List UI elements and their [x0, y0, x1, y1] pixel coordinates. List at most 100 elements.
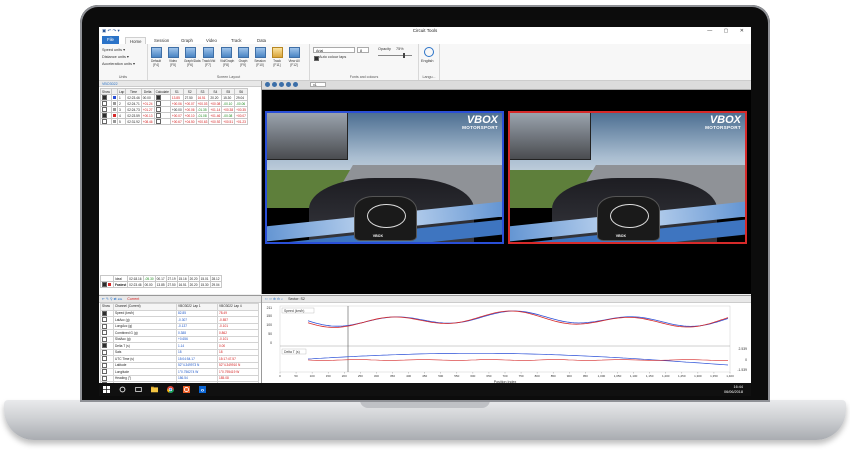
tab-track[interactable]: Track: [231, 37, 242, 44]
window-controls[interactable]: — ▢ ✕: [707, 28, 749, 34]
channel-checkbox[interactable]: [102, 310, 107, 316]
video-toolbar: x1: [262, 81, 751, 90]
svg-text:o: o: [201, 388, 204, 393]
play-icon[interactable]: [279, 82, 284, 87]
outlook-icon[interactable]: o: [199, 386, 206, 393]
show-checkbox[interactable]: [102, 101, 107, 106]
file-explorer-icon[interactable]: [151, 386, 158, 393]
channel-checkbox[interactable]: [102, 330, 107, 336]
skip-back-icon[interactable]: [265, 82, 270, 87]
tab-file[interactable]: File: [102, 36, 119, 44]
lap-colour-swatch[interactable]: [112, 114, 116, 118]
tab-data[interactable]: Data: [257, 37, 266, 44]
playback-speed-select[interactable]: x1: [310, 82, 326, 87]
fonts-group: Arial 8 Opacity 75% Auto colour laps Fon…: [310, 44, 419, 80]
layout-default-key: [F4]: [153, 63, 159, 67]
channel-checkbox[interactable]: [102, 317, 107, 323]
video-dash-display: [596, 195, 661, 242]
windows-start-icon[interactable]: [103, 386, 110, 393]
skip-forward-icon[interactable]: [293, 82, 298, 87]
layout-video-button[interactable]: Video [F5]: [167, 47, 179, 67]
opacity-slider[interactable]: [378, 55, 412, 56]
vbox-logo-sub: MOTORSPORT: [462, 125, 498, 130]
sector-time: 29.04: [209, 281, 222, 288]
lap-colour-swatch[interactable]: [112, 96, 116, 100]
window-title: Circuit Tools: [412, 28, 438, 33]
calculate-checkbox[interactable]: [155, 107, 161, 112]
opacity-value: 75%: [396, 47, 404, 51]
distance-units-button[interactable]: Distance units ▾: [102, 54, 129, 59]
layout-view-all-button[interactable]: View All [F12]: [288, 47, 300, 67]
chrome-icon[interactable]: [167, 386, 174, 393]
channel-checkbox[interactable]: [102, 369, 107, 375]
vbox-logo: VBOX MOTORSPORT: [462, 115, 498, 131]
speed-delta-graph[interactable]: Speed (km/h) Delta T (s) 211 150 100 50 …: [262, 302, 751, 384]
lap-colour-swatch[interactable]: [112, 120, 116, 124]
video-player-lap-4[interactable]: VBOX VBOX MOTORSPORT: [508, 111, 747, 244]
toolbar-icons[interactable]: ⇤ ✎ ⚲ ⇄ ◂ ▸: [102, 297, 122, 301]
y-tick-label: 100: [266, 323, 272, 327]
channel-checkbox[interactable]: [102, 336, 107, 342]
opacity-slider-thumb[interactable]: [403, 53, 405, 58]
fastest-colour-swatch: [107, 283, 111, 286]
layout-track-button[interactable]: Track [F11]: [271, 47, 283, 67]
layout-track-vid-button[interactable]: Track/Vid [F7]: [202, 47, 215, 67]
show-checkbox[interactable]: [102, 107, 107, 112]
fastest-label: Fastest: [112, 281, 129, 288]
layout-session-button[interactable]: Session [F10]: [254, 47, 266, 67]
calculate-checkbox[interactable]: [155, 101, 161, 106]
channel-checkbox[interactable]: [102, 356, 107, 362]
current-label[interactable]: Current: [127, 297, 139, 301]
x-tick-label: 650: [486, 374, 491, 378]
cortana-icon[interactable]: [119, 386, 126, 393]
x-tick-label: 400: [406, 374, 411, 378]
tab-session[interactable]: Session: [154, 37, 169, 44]
lap-colour-swatch[interactable]: [112, 102, 116, 106]
calculate-checkbox[interactable]: [155, 113, 161, 118]
graph-toolbar-icons[interactable]: ⇦ ⇨ ⊕ ⊖ ⌕: [265, 297, 283, 301]
layout-default-button[interactable]: Default [F4]: [150, 47, 162, 67]
taskbar-clock[interactable]: 16:44 06/06/2018: [724, 385, 743, 394]
show-checkbox[interactable]: [102, 119, 107, 124]
channels-pane: ⇤ ✎ ⚲ ⇄ ◂ ▸ Current Show Channel (Curren…: [99, 295, 262, 395]
font-size-select[interactable]: 8: [357, 47, 369, 53]
channel-checkbox[interactable]: [102, 375, 107, 381]
layout-graph-button[interactable]: Graph [F9]: [237, 47, 249, 67]
calculate-checkbox[interactable]: [155, 95, 161, 100]
channel-checkbox[interactable]: [102, 362, 107, 368]
globe-icon[interactable]: [424, 47, 434, 57]
speed-units-button[interactable]: Speed units ▾: [102, 47, 125, 52]
sector-time: +00.51: [221, 118, 236, 125]
layout-vid-graph-button[interactable]: Vid/Graph [F8]: [220, 47, 234, 67]
circuit-tools-icon[interactable]: [183, 386, 190, 393]
table-row[interactable]: 5 02:31.92 +08.46 +00.67 +04.50 +00.63 +…: [100, 118, 248, 125]
x-tick-label: 150: [326, 374, 331, 378]
x-tick-label: 550: [454, 374, 459, 378]
clock-time: 16:44: [733, 385, 743, 389]
channel-checkbox[interactable]: [102, 349, 107, 355]
tab-graph[interactable]: Graph: [181, 37, 193, 44]
auto-colour-label: Auto colour laps: [319, 55, 347, 59]
lap-colour-swatch[interactable]: [112, 108, 116, 112]
ribbon: Speed units ▾ Distance units ▾ Accelerat…: [99, 44, 751, 81]
channel-checkbox[interactable]: [102, 323, 107, 329]
lap-number: 5: [116, 118, 127, 125]
acceleration-units-button[interactable]: Acceleration units ▾: [102, 61, 135, 66]
channel-checkbox[interactable]: [102, 343, 107, 349]
language-value[interactable]: English: [421, 59, 433, 63]
layout-graph-data-button[interactable]: Graph/Data [F6]: [184, 47, 200, 67]
video-player-lap-1[interactable]: VBOX VBOX MOTORSPORT: [265, 111, 504, 244]
step-forward-icon[interactable]: [286, 82, 291, 87]
task-view-icon[interactable]: [135, 386, 142, 393]
tab-video[interactable]: Video: [206, 37, 217, 44]
session-tab[interactable]: VBO3022: [99, 81, 261, 87]
font-select[interactable]: Arial: [313, 47, 355, 53]
fastest-checkbox[interactable]: [102, 282, 107, 287]
step-back-icon[interactable]: [272, 82, 277, 87]
show-checkbox[interactable]: [102, 113, 107, 118]
layout-vid-graph-key: [F8]: [223, 63, 229, 67]
calculate-checkbox[interactable]: [155, 119, 161, 124]
sector-time: +01.23: [234, 118, 248, 125]
show-checkbox[interactable]: [102, 95, 107, 100]
delta-channel-label: Delta T (s): [284, 350, 300, 354]
